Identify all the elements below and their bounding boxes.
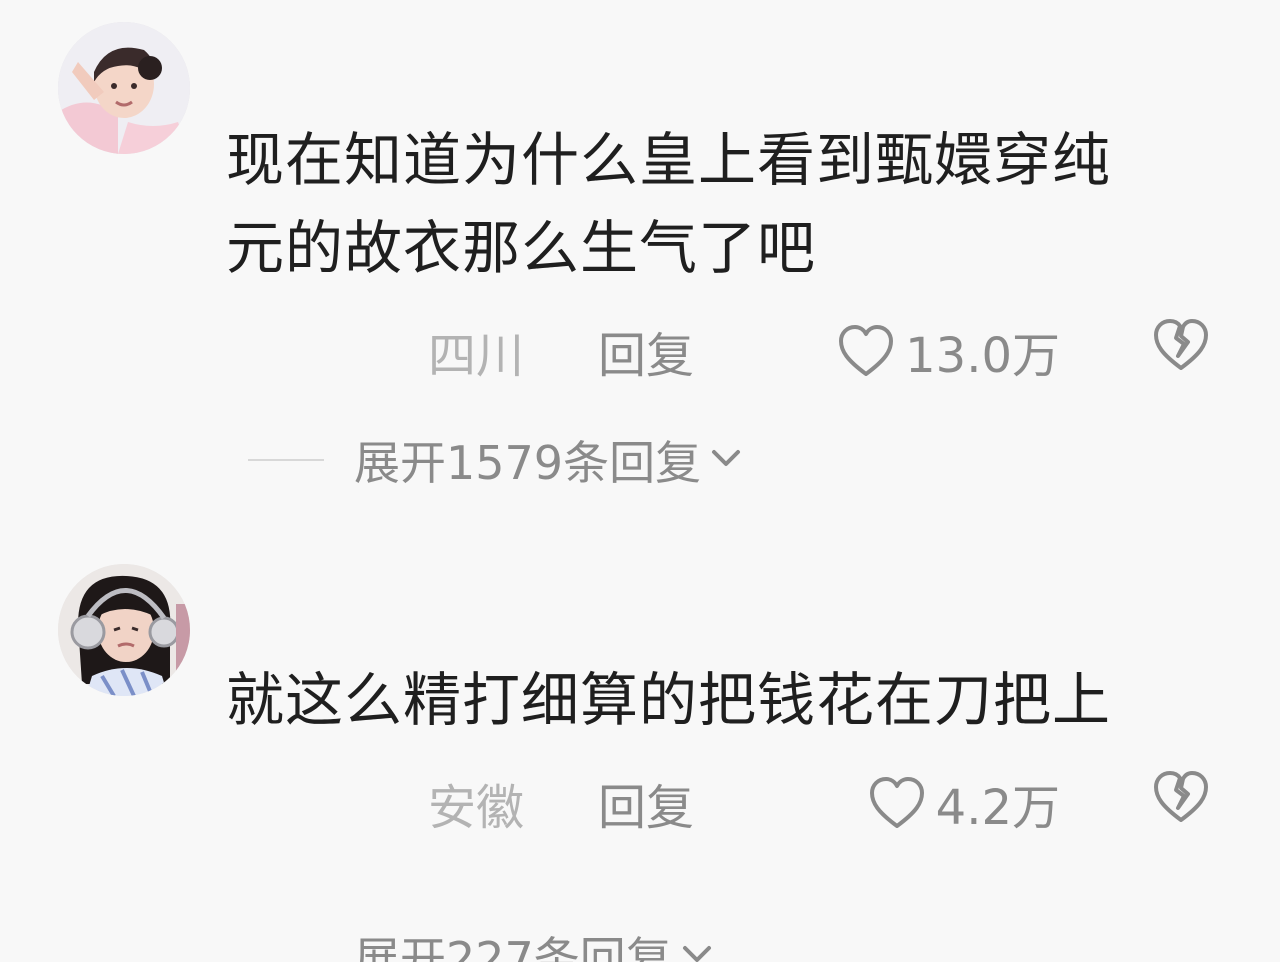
broken-heart-icon[interactable] bbox=[1152, 770, 1210, 836]
heart-outline-icon bbox=[868, 776, 926, 830]
expand-replies-label: 展开1579条回复 bbox=[354, 436, 702, 490]
broken-heart-icon[interactable] bbox=[1152, 318, 1210, 384]
comment-meta: 四川 回复 13.0万 bbox=[0, 316, 1280, 386]
reply-button[interactable]: 回复 bbox=[598, 768, 694, 838]
comment-text: 就这么精打细算的把钱花在刀把上 bbox=[226, 666, 1112, 734]
comment-list: 现在知道为什么皇上看到甄嬛穿纯 元的故衣那么生气了吧 四川 回复 13.0万 展 bbox=[0, 0, 1280, 962]
like-button[interactable]: 13.0万 bbox=[837, 316, 1060, 386]
reply-button[interactable]: 回复 bbox=[598, 316, 694, 386]
ip-location: 四川 bbox=[428, 328, 525, 384]
expand-replies-label: 展开227条回复 bbox=[354, 932, 672, 962]
like-count: 13.0万 bbox=[905, 328, 1060, 384]
expand-replies-button[interactable]: 展开227条回复 bbox=[248, 926, 714, 962]
avatar[interactable] bbox=[58, 22, 190, 154]
heart-outline-icon bbox=[837, 324, 895, 378]
divider bbox=[248, 459, 324, 461]
expand-replies-button[interactable]: 展开1579条回复 bbox=[248, 430, 743, 490]
comment-text: 现在知道为什么皇上看到甄嬛穿纯 元的故衣那么生气了吧 bbox=[226, 126, 1112, 282]
chevron-down-icon bbox=[680, 942, 714, 962]
chevron-down-icon bbox=[709, 446, 743, 474]
ip-location: 安徽 bbox=[428, 780, 525, 836]
like-button[interactable]: 4.2万 bbox=[868, 768, 1060, 838]
comment-meta: 安徽 回复 4.2万 bbox=[0, 768, 1280, 838]
avatar[interactable] bbox=[58, 564, 190, 696]
like-count: 4.2万 bbox=[935, 780, 1060, 836]
